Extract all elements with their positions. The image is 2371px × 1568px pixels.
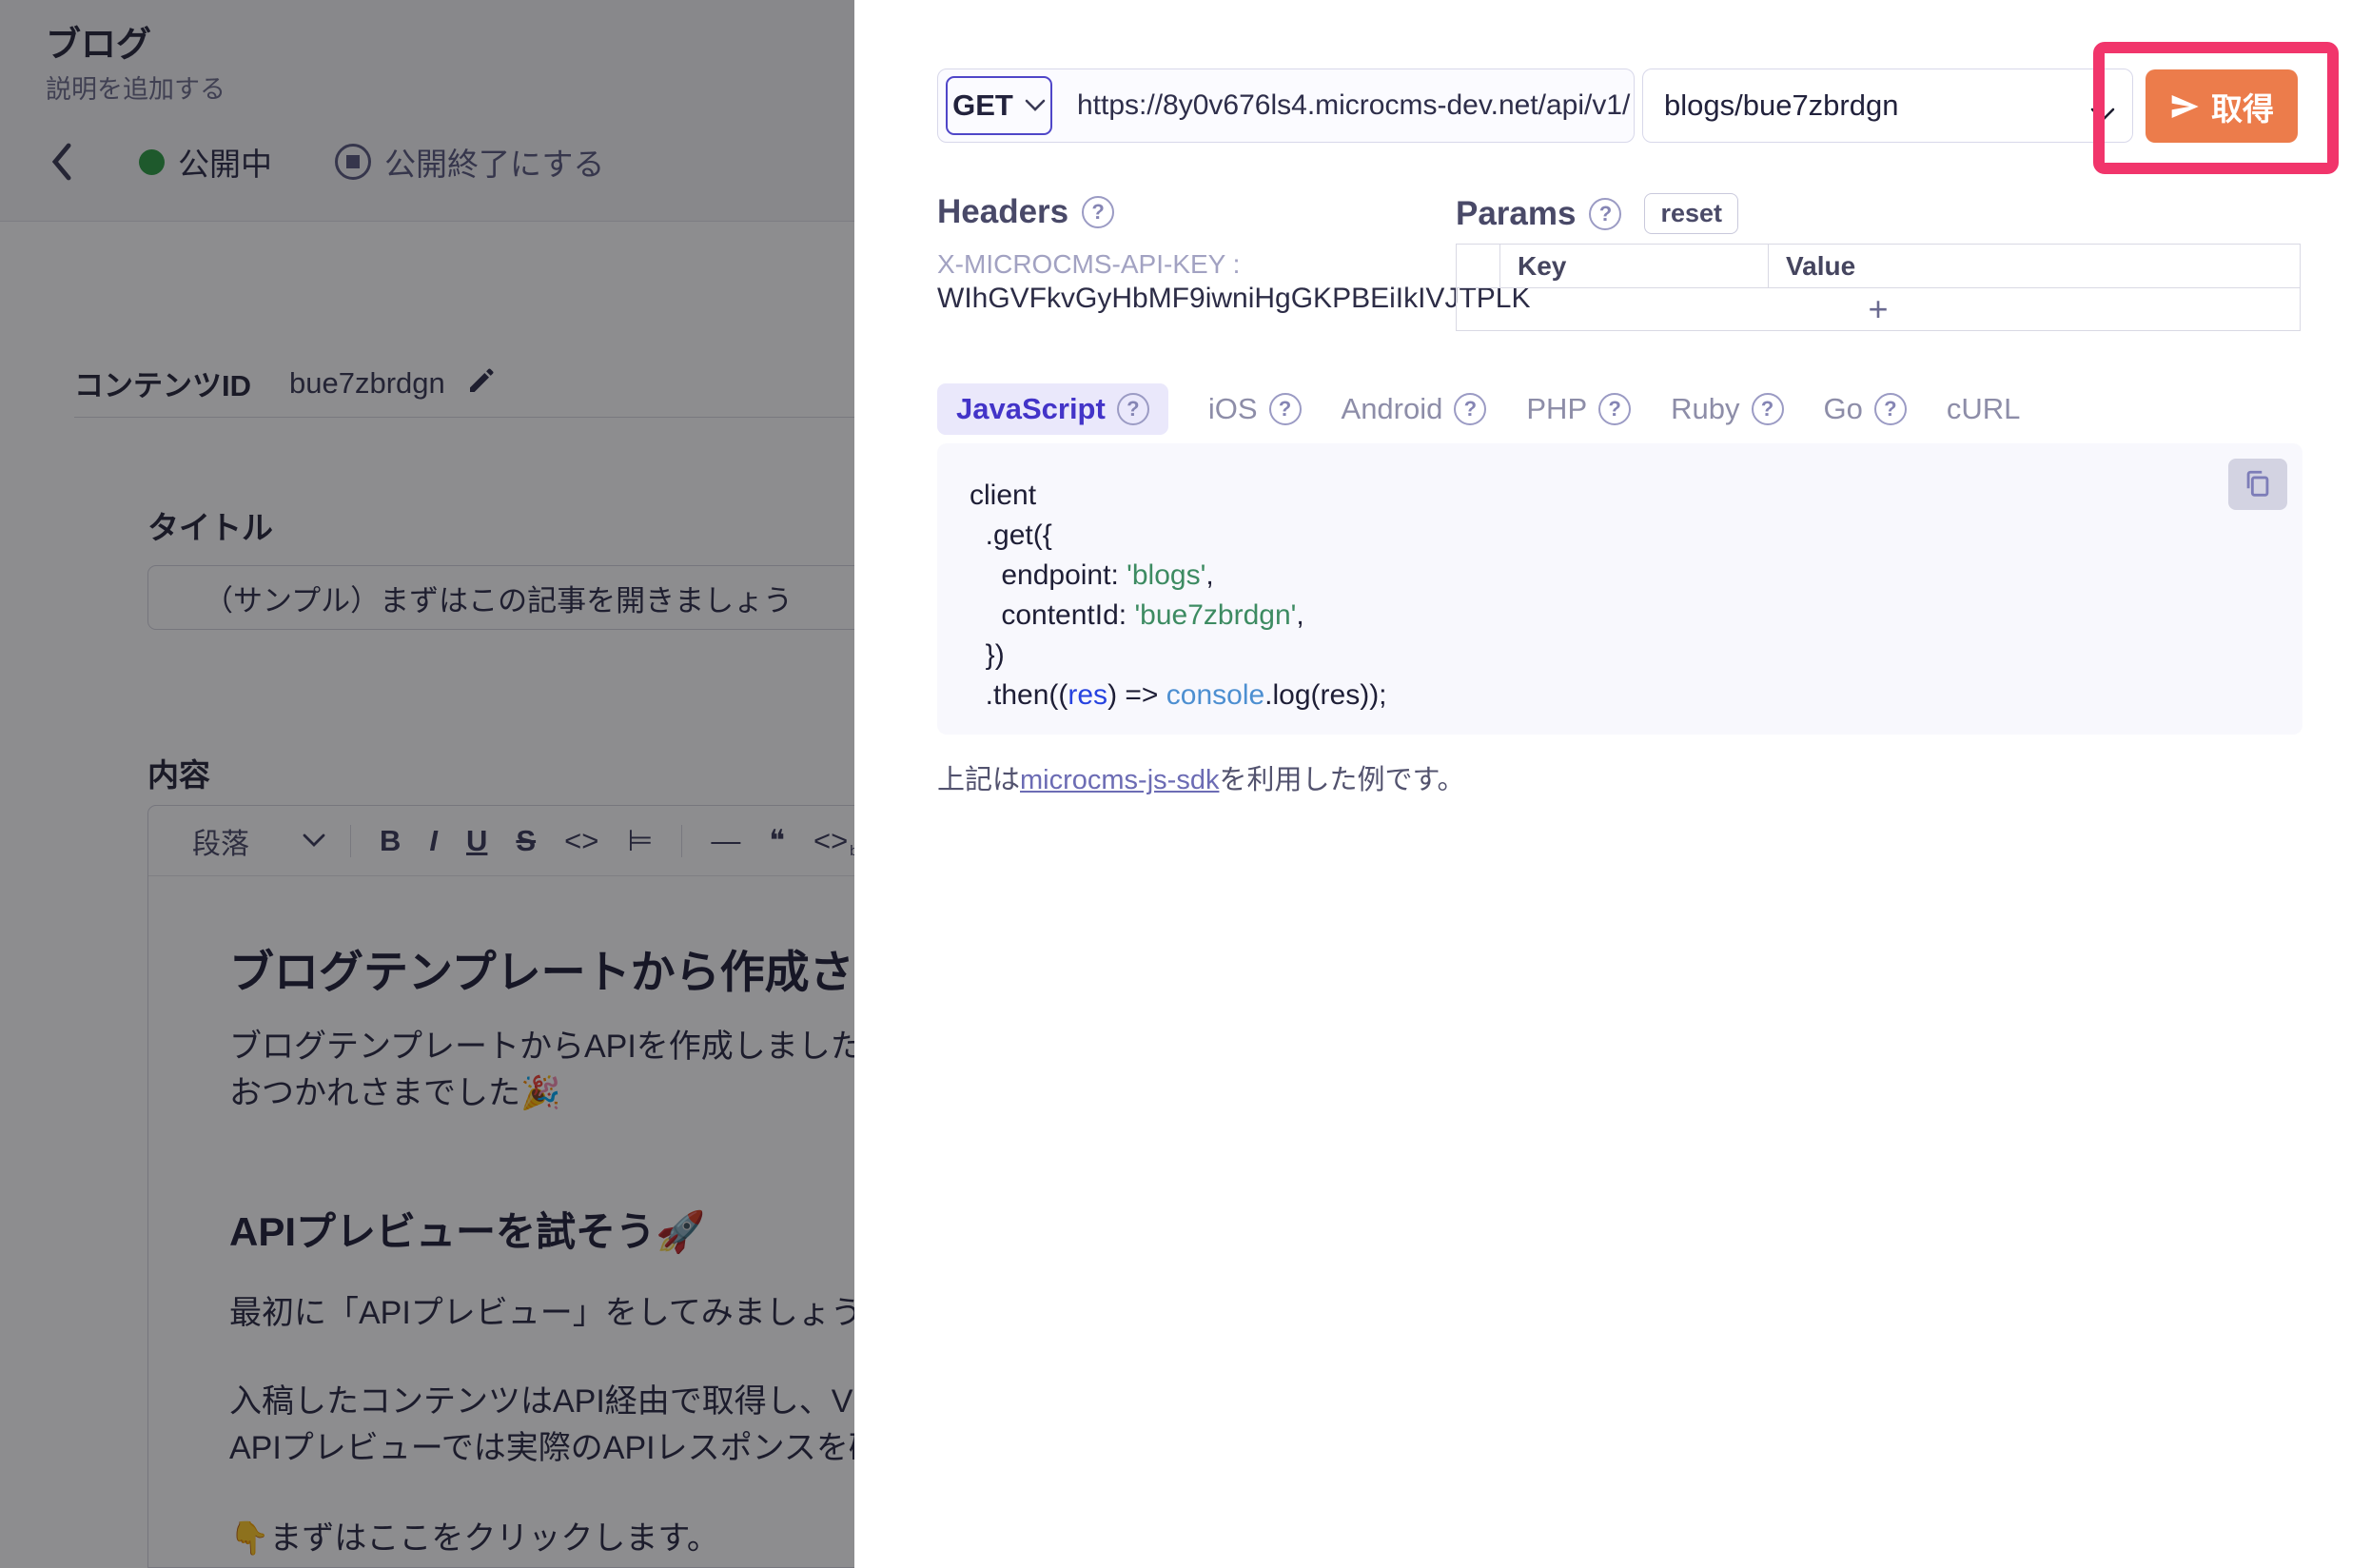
code-line: endpoint: 'blogs', [970,556,1387,596]
params-section-title: Params ? reset [1456,193,1738,234]
help-icon[interactable]: ? [1269,393,1302,425]
tab-go[interactable]: Go? [1824,392,1907,426]
code-sample-block: client .get({ endpoint: 'blogs', content… [937,443,2302,735]
params-title-wrap: Params ? [1456,195,1621,233]
endpoint-value: blogs/bue7zbrdgn [1664,88,1898,123]
add-param-button[interactable]: + [1457,288,2300,330]
tab-label: JavaScript [956,392,1106,426]
fetch-button-label: 取得 [2211,84,2274,129]
reset-params-button[interactable]: reset [1644,193,1738,234]
params-key-header: Key [1500,245,1769,287]
params-table: Key Value + [1456,244,2301,331]
modal-dim-overlay[interactable] [0,0,854,1568]
help-icon[interactable]: ? [1598,393,1631,425]
help-icon[interactable]: ? [1117,393,1149,425]
tab-android[interactable]: Android? [1342,392,1487,426]
tab-label: cURL [1947,392,2021,426]
note-prefix: 上記は [937,765,1020,795]
copy-icon [2242,468,2274,500]
chevron-down-icon [2090,96,2115,130]
tab-php[interactable]: PHP? [1526,392,1631,426]
fetch-button[interactable]: 取得 [2146,69,2298,143]
help-icon[interactable]: ? [1752,393,1784,425]
http-method-value: GET [952,88,1013,123]
api-key-value: WIhGVFkvGyHbMF9iwniHgGKPBEiIkIVJTPLK [937,283,1530,315]
chevron-down-icon [1025,99,1046,112]
code-line: client [970,476,1387,516]
tab-label: Ruby [1671,392,1739,426]
http-method-select[interactable]: GET [946,76,1052,135]
language-tabs: JavaScript?iOS?Android?PHP?Ruby?Go?cURL [937,382,2020,436]
code-line: .then((res) => console.log(res)); [970,676,1387,715]
tab-label: Go [1824,392,1863,426]
params-table-header: Key Value [1457,245,2300,288]
params-checkbox-column [1457,245,1500,287]
code-line: contentId: 'bue7zbrdgn', [970,596,1387,636]
params-value-header: Value [1769,245,2300,287]
help-icon[interactable]: ? [1874,393,1907,425]
tab-javascript[interactable]: JavaScript? [937,383,1168,435]
sdk-note: 上記はmicrocms-js-sdkを利用した例です。 [937,757,1465,797]
api-preview-panel: GET https://8y0v676ls4.microcms-dev.net/… [854,0,2371,1568]
tab-label: PHP [1526,392,1587,426]
tab-curl[interactable]: cURL [1947,392,2021,426]
tab-ruby[interactable]: Ruby? [1671,392,1783,426]
code-line: }) [970,636,1387,676]
help-icon[interactable]: ? [1589,198,1621,230]
note-suffix: を利用した例です。 [1219,765,1464,795]
sdk-link[interactable]: microcms-js-sdk [1020,765,1219,795]
api-key-label: X-MICROCMS-API-KEY : [937,249,1240,280]
code-sample: client .get({ endpoint: 'blogs', content… [970,476,1387,715]
code-line: .get({ [970,516,1387,556]
copy-code-button[interactable] [2228,459,2287,510]
tab-ios[interactable]: iOS? [1208,392,1302,426]
request-url-bar: GET https://8y0v676ls4.microcms-dev.net/… [937,69,1635,143]
headers-title-text: Headers [937,193,1068,231]
send-icon [2169,91,2200,122]
params-title-text: Params [1456,195,1576,233]
help-icon[interactable]: ? [1454,393,1486,425]
help-icon[interactable]: ? [1082,196,1114,228]
endpoint-select[interactable]: blogs/bue7zbrdgn [1642,69,2133,143]
tab-label: Android [1342,392,1443,426]
tab-label: iOS [1208,392,1258,426]
headers-section-title: Headers ? [937,193,1114,231]
content-editor-panel: ブログ 説明を追加する 公開中 公開終了にする コンテンツID bue7zbrd… [0,0,854,1568]
base-url-text: https://8y0v676ls4.microcms-dev.net/api/… [1077,89,1630,122]
